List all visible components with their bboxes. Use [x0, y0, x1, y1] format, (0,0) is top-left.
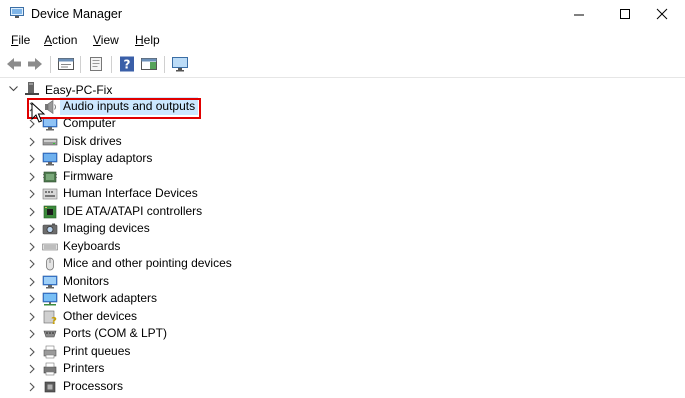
monitor-scan-icon[interactable]: [171, 55, 189, 73]
tree-item-firmware[interactable]: Firmware: [0, 168, 685, 185]
chevron-right-icon[interactable]: [28, 137, 36, 147]
menu-view[interactable]: View: [93, 33, 119, 47]
svg-text:?: ?: [124, 58, 131, 72]
tree-item-label: Network adapters: [63, 291, 158, 305]
maximize-icon: [620, 9, 630, 19]
tree-root-label: Easy-PC-Fix: [45, 83, 113, 97]
chevron-right-icon[interactable]: [28, 242, 36, 252]
disk-drive-icon: [42, 138, 58, 145]
port-icon: [43, 330, 57, 338]
tree-item-network-adapters[interactable]: Network adapters: [0, 290, 685, 307]
tree-item-imaging-devices[interactable]: Imaging devices: [0, 220, 685, 237]
tree-item-label: Imaging devices: [63, 221, 150, 235]
tree-item-label: Mice and other pointing devices: [63, 256, 232, 270]
device-tree: Easy-PC-Fix Audio inputs and outputs Comp…: [0, 80, 685, 398]
network-icon: [42, 292, 58, 306]
toolbar-separator: [111, 56, 112, 73]
chevron-right-icon[interactable]: [28, 364, 36, 374]
chevron-right-icon[interactable]: [28, 259, 36, 269]
chevron-right-icon[interactable]: [28, 294, 36, 304]
chevron-right-icon[interactable]: [28, 154, 36, 164]
action-pane-icon[interactable]: [140, 55, 158, 73]
tree-item-label: Print queues: [63, 343, 131, 358]
menu-help[interactable]: Help: [135, 33, 160, 47]
ide-controller-icon: [43, 205, 57, 218]
tree-item-display-adaptors[interactable]: Display adaptors: [0, 150, 685, 167]
tree-item-print-queues[interactable]: Print queues: [0, 343, 685, 360]
display-adapter-icon: [42, 152, 58, 166]
properties-icon[interactable]: [57, 55, 75, 73]
back-icon[interactable]: [5, 55, 23, 73]
keyboard-icon: [42, 243, 58, 250]
chevron-right-icon[interactable]: [28, 312, 36, 322]
camera-icon: [42, 223, 58, 235]
print-queue-icon: [43, 345, 57, 358]
tree-item-other-devices[interactable]: ? Other devices: [0, 308, 685, 325]
tree-item-ide-ata-atapi-controllers[interactable]: IDE ATA/ATAPI controllers: [0, 203, 685, 220]
printer-icon: [43, 362, 57, 376]
toolbar-separator: [50, 56, 51, 73]
device-manager-app-icon: [10, 7, 24, 18]
chevron-right-icon[interactable]: [28, 347, 36, 357]
chevron-right-icon[interactable]: [28, 382, 36, 392]
help-icon[interactable]: ?: [118, 55, 136, 73]
menu-file[interactable]: File: [11, 33, 30, 47]
tree-item-label: Display adaptors: [63, 151, 153, 165]
tree-item-label: Firmware: [63, 168, 113, 183]
tree-item-monitors[interactable]: Monitors: [0, 273, 685, 290]
chevron-down-icon[interactable]: [9, 86, 18, 92]
mouse-cursor-icon: [31, 102, 46, 123]
tree-item-label: Monitors: [63, 273, 110, 288]
tree-item-label: Printers: [63, 361, 105, 375]
svg-text:?: ?: [51, 316, 57, 324]
hid-icon: [42, 188, 58, 200]
highlight-annotation: [27, 98, 201, 119]
chevron-right-icon[interactable]: [28, 172, 36, 182]
mouse-icon: [46, 257, 54, 271]
tree-root[interactable]: Easy-PC-Fix: [0, 80, 200, 97]
chevron-right-icon[interactable]: [28, 329, 36, 339]
tree-item-label: IDE ATA/ATAPI controllers: [63, 203, 203, 218]
other-devices-icon: ?: [43, 310, 57, 324]
toolbar-separator: [164, 56, 165, 73]
tree-item-label: Processors: [63, 378, 124, 393]
computer-root-icon: [25, 82, 39, 95]
window-title: Device Manager: [31, 7, 123, 21]
minimize-button[interactable]: [556, 0, 602, 28]
tree-item-label: Disk drives: [63, 133, 122, 148]
tree-item-label: Other devices: [63, 308, 138, 323]
forward-icon[interactable]: [26, 55, 44, 73]
close-button[interactable]: [639, 0, 685, 28]
tree-item-printers[interactable]: Printers: [0, 360, 685, 377]
tree-item-label: Keyboards: [63, 238, 121, 253]
tree-item-label: Ports (COM & LPT): [63, 326, 168, 340]
tree-item-mice-and-other-pointing-devices[interactable]: Mice and other pointing devices: [0, 255, 685, 272]
toolbar-separator: [80, 56, 81, 73]
title-bar: Device Manager: [0, 0, 685, 28]
tree-item-processors[interactable]: Processors: [0, 378, 685, 395]
firmware-icon: [43, 171, 57, 182]
chevron-right-icon[interactable]: [28, 207, 36, 217]
chevron-right-icon[interactable]: [28, 189, 36, 199]
minimize-icon: [574, 14, 584, 16]
processor-icon: [44, 381, 56, 392]
tree-item-disk-drives[interactable]: Disk drives: [0, 133, 685, 150]
tree-item-human-interface-devices[interactable]: Human Interface Devices: [0, 185, 685, 202]
chevron-right-icon[interactable]: [28, 277, 36, 287]
toolbar: ?: [0, 51, 685, 78]
update-driver-icon[interactable]: [87, 55, 105, 73]
menu-bar: File Action View Help: [0, 30, 685, 50]
menu-action[interactable]: Action: [44, 33, 77, 47]
tree-item-label: Human Interface Devices: [63, 186, 198, 200]
tree-item-keyboards[interactable]: Keyboards: [0, 238, 685, 255]
tree-item-ports-com-lpt[interactable]: Ports (COM & LPT): [0, 325, 685, 342]
monitor-icon: [42, 275, 58, 288]
chevron-right-icon[interactable]: [28, 224, 36, 234]
close-icon: [656, 8, 668, 20]
